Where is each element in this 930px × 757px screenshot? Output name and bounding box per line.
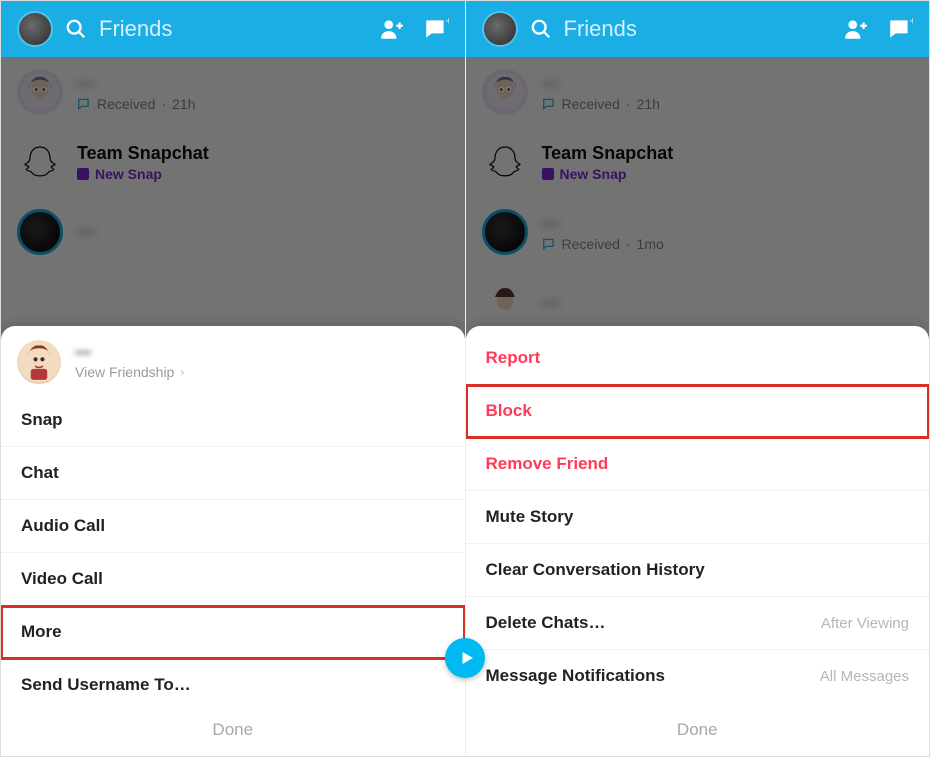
option-clear-history[interactable]: Clear Conversation History	[466, 544, 930, 597]
friend-avatar	[17, 69, 63, 115]
option-delete-chats[interactable]: Delete Chats… After Viewing	[466, 597, 930, 650]
action-sheet: — View Friendship› Snap Chat Audio Call …	[1, 326, 465, 756]
option-message-notifications[interactable]: Message Notifications All Messages	[466, 650, 930, 702]
friend-status: Received · 21h	[77, 96, 449, 112]
option-trailing: After Viewing	[821, 615, 909, 632]
sheet-user-name: —	[75, 344, 184, 362]
option-video-call[interactable]: Video Call	[1, 553, 465, 606]
friend-avatar	[482, 209, 528, 255]
header-bar: Friends +	[1, 1, 465, 57]
header-title: Friends	[564, 16, 844, 42]
friend-avatar	[17, 209, 63, 255]
friend-row[interactable]: Team Snapchat New Snap	[1, 127, 465, 197]
friend-row[interactable]: —	[1, 197, 465, 267]
search-icon[interactable]	[530, 18, 552, 40]
friend-name: —	[77, 73, 449, 94]
play-icon[interactable]	[445, 638, 485, 678]
chevron-right-icon: ›	[180, 365, 184, 379]
option-report[interactable]: Report	[466, 332, 930, 385]
friend-status: Received·1mo	[542, 236, 914, 252]
friend-status: Received·21h	[542, 96, 914, 112]
friend-row[interactable]: Team Snapchat New Snap	[466, 127, 930, 197]
done-button[interactable]: Done	[466, 706, 930, 756]
snap-indicator-icon	[542, 168, 554, 180]
option-remove-friend[interactable]: Remove Friend	[466, 438, 930, 491]
svg-text:+: +	[445, 16, 448, 28]
new-chat-icon[interactable]: +	[887, 16, 913, 42]
friend-name: —	[77, 221, 449, 242]
option-block[interactable]: Block	[466, 385, 930, 438]
add-friend-icon[interactable]	[843, 16, 869, 42]
friend-status: New Snap	[542, 166, 914, 182]
done-button[interactable]: Done	[1, 706, 465, 756]
option-mute-story[interactable]: Mute Story	[466, 491, 930, 544]
snap-indicator-icon	[77, 168, 89, 180]
svg-text:+: +	[910, 16, 913, 28]
option-chat[interactable]: Chat	[1, 447, 465, 500]
friend-avatar	[482, 69, 528, 115]
view-friendship-link[interactable]: View Friendship›	[75, 364, 184, 380]
option-audio-call[interactable]: Audio Call	[1, 500, 465, 553]
friend-avatar	[482, 279, 528, 325]
sheet-header[interactable]: — View Friendship›	[1, 326, 465, 394]
friend-name: —	[542, 292, 914, 313]
option-more[interactable]: More	[1, 606, 465, 659]
left-panel: Friends + — Received	[1, 1, 466, 756]
search-icon[interactable]	[65, 18, 87, 40]
header-title: Friends	[99, 16, 379, 42]
right-panel: Friends + — Received·21h	[466, 1, 930, 756]
option-snap[interactable]: Snap	[1, 394, 465, 447]
friend-row[interactable]: — Received·21h	[466, 57, 930, 127]
friend-name: Team Snapchat	[77, 143, 449, 164]
add-friend-icon[interactable]	[379, 16, 405, 42]
friend-row[interactable]: — Received·1mo	[466, 197, 930, 267]
friend-avatar	[482, 139, 528, 185]
sheet-avatar	[17, 340, 61, 384]
action-sheet-more: Report Block Remove Friend Mute Story Cl…	[466, 326, 930, 756]
header-bar: Friends +	[466, 1, 930, 57]
option-send-username[interactable]: Send Username To…	[1, 659, 465, 706]
option-trailing: All Messages	[820, 668, 909, 685]
friend-row[interactable]: — Received · 21h	[1, 57, 465, 127]
profile-avatar[interactable]	[17, 11, 53, 47]
friend-name: Team Snapchat	[542, 143, 914, 164]
new-chat-icon[interactable]: +	[423, 16, 449, 42]
friend-name: —	[542, 213, 914, 234]
friend-avatar	[17, 139, 63, 185]
friend-name: —	[542, 73, 914, 94]
friend-status: New Snap	[77, 166, 449, 182]
friend-row[interactable]: —	[466, 267, 930, 325]
profile-avatar[interactable]	[482, 11, 518, 47]
